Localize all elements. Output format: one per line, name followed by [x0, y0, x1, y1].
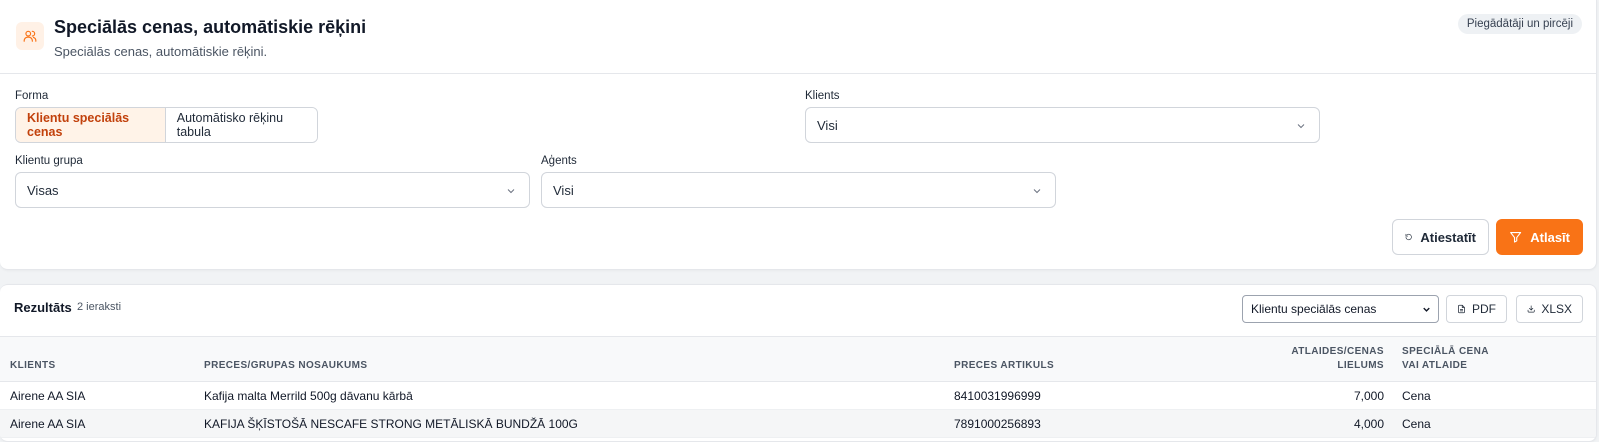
col-header-klients[interactable]: KLIENTS: [0, 337, 204, 382]
results-title: Rezultāts: [14, 300, 72, 315]
cell-veids: Cena: [1402, 416, 1431, 431]
users-icon: [16, 22, 44, 50]
klientu-grupa-value: Visas: [27, 182, 59, 198]
download-icon: [1527, 305, 1535, 313]
file-icon: [1458, 304, 1465, 314]
table-header-row: KLIENTS PRECES/GRUPAS NOSAUKUMS PRECES A…: [0, 336, 1596, 382]
forma-toggle: Klientu speciālās cenas Automātisko rēķi…: [15, 107, 318, 143]
forma-option-special-prices[interactable]: Klientu speciālās cenas: [16, 108, 166, 142]
results-count: 2 ieraksti: [77, 301, 122, 313]
reset-icon: [1405, 233, 1412, 241]
results-panel: Rezultāts 2 ieraksti Klientu speciālās c…: [0, 284, 1597, 442]
cell-klients: Airene AA SIA: [10, 416, 86, 431]
chevron-down-icon: [1297, 124, 1305, 129]
col-header-lielums-line1: ATLAIDES/CENAS: [1291, 346, 1384, 357]
chevron-down-icon: [1033, 189, 1041, 194]
cell-artikuls: 8410031996999: [954, 388, 1041, 403]
forma-option-auto-invoices[interactable]: Automātisko rēķinu tabula: [165, 108, 317, 142]
filter-panel: Speciālās cenas, automātiskie rēķini Spe…: [0, 0, 1597, 270]
chevron-down-icon: [1423, 307, 1430, 312]
pdf-export-button[interactable]: PDF: [1446, 295, 1507, 323]
klientu-grupa-select[interactable]: Visas: [15, 172, 530, 208]
cell-veids: Cena: [1402, 388, 1431, 403]
xlsx-label: XLSX: [1541, 302, 1572, 316]
klients-label: Klients: [805, 90, 840, 102]
filter-icon: [1510, 232, 1522, 243]
table-row[interactable]: Airene AA SIA KAFIJA ŠĶĪSTOŠĀ NESCAFE ST…: [0, 409, 1596, 438]
forma-label: Forma: [15, 90, 49, 102]
cell-nosaukums: KAFIJA ŠĶĪSTOŠĀ NESCAFE STRONG METĀLISKĀ…: [204, 416, 578, 431]
cell-nosaukums: Kafija malta Merrild 500g dāvanu kārbā: [204, 388, 413, 403]
apply-button[interactable]: Atlasīt: [1496, 219, 1583, 255]
cell-lielums: 4,000: [1353, 416, 1384, 431]
col-header-lielums-line2: LIELUMS: [1337, 360, 1384, 371]
report-type-select[interactable]: Klientu speciālās cenas: [1242, 295, 1439, 323]
report-type-value: Klientu speciālās cenas: [1251, 302, 1377, 316]
cell-artikuls: 7891000256893: [954, 416, 1041, 431]
col-header-veids-line2: VAI ATLAIDE: [1402, 360, 1468, 371]
page-subtitle: Speciālās cenas, automātiskie rēķini.: [54, 44, 268, 59]
col-header-lielums[interactable]: ATLAIDES/CENAS LIELUMS: [1264, 337, 1384, 382]
reset-label: Atiestatīt: [1420, 229, 1476, 245]
xlsx-export-button[interactable]: XLSX: [1516, 295, 1583, 323]
col-header-veids[interactable]: SPECIĀLĀ CENA VAI ATLAIDE: [1384, 337, 1596, 382]
agents-label: Aģents: [541, 155, 577, 167]
reset-button[interactable]: Atiestatīt: [1392, 219, 1489, 255]
table-row[interactable]: Airene AA SIA Kafija malta Merrild 500g …: [0, 382, 1596, 410]
col-header-veids-line1: SPECIĀLĀ CENA: [1402, 346, 1489, 357]
page-header: Speciālās cenas, automātiskie rēķini Spe…: [0, 0, 1596, 74]
chevron-down-icon: [507, 189, 515, 194]
cell-lielums: 7,000: [1353, 388, 1384, 403]
col-header-nosaukums[interactable]: PRECES/GRUPAS NOSAUKUMS: [204, 337, 954, 382]
col-header-artikuls[interactable]: PRECES ARTIKULS: [954, 337, 1264, 382]
cell-klients: Airene AA SIA: [10, 388, 86, 403]
results-table: KLIENTS PRECES/GRUPAS NOSAUKUMS PRECES A…: [0, 336, 1596, 438]
klients-select[interactable]: Visi: [805, 107, 1320, 143]
pdf-label: PDF: [1472, 302, 1496, 316]
klientu-grupa-label: Klientu grupa: [15, 155, 83, 167]
agents-value: Visi: [553, 182, 574, 198]
agents-select[interactable]: Visi: [541, 172, 1056, 208]
klients-value: Visi: [817, 117, 838, 133]
category-badge: Piegādātāji un pircēji: [1457, 14, 1582, 34]
page-title: Speciālās cenas, automātiskie rēķini: [54, 17, 367, 37]
apply-label: Atlasīt: [1530, 229, 1570, 245]
